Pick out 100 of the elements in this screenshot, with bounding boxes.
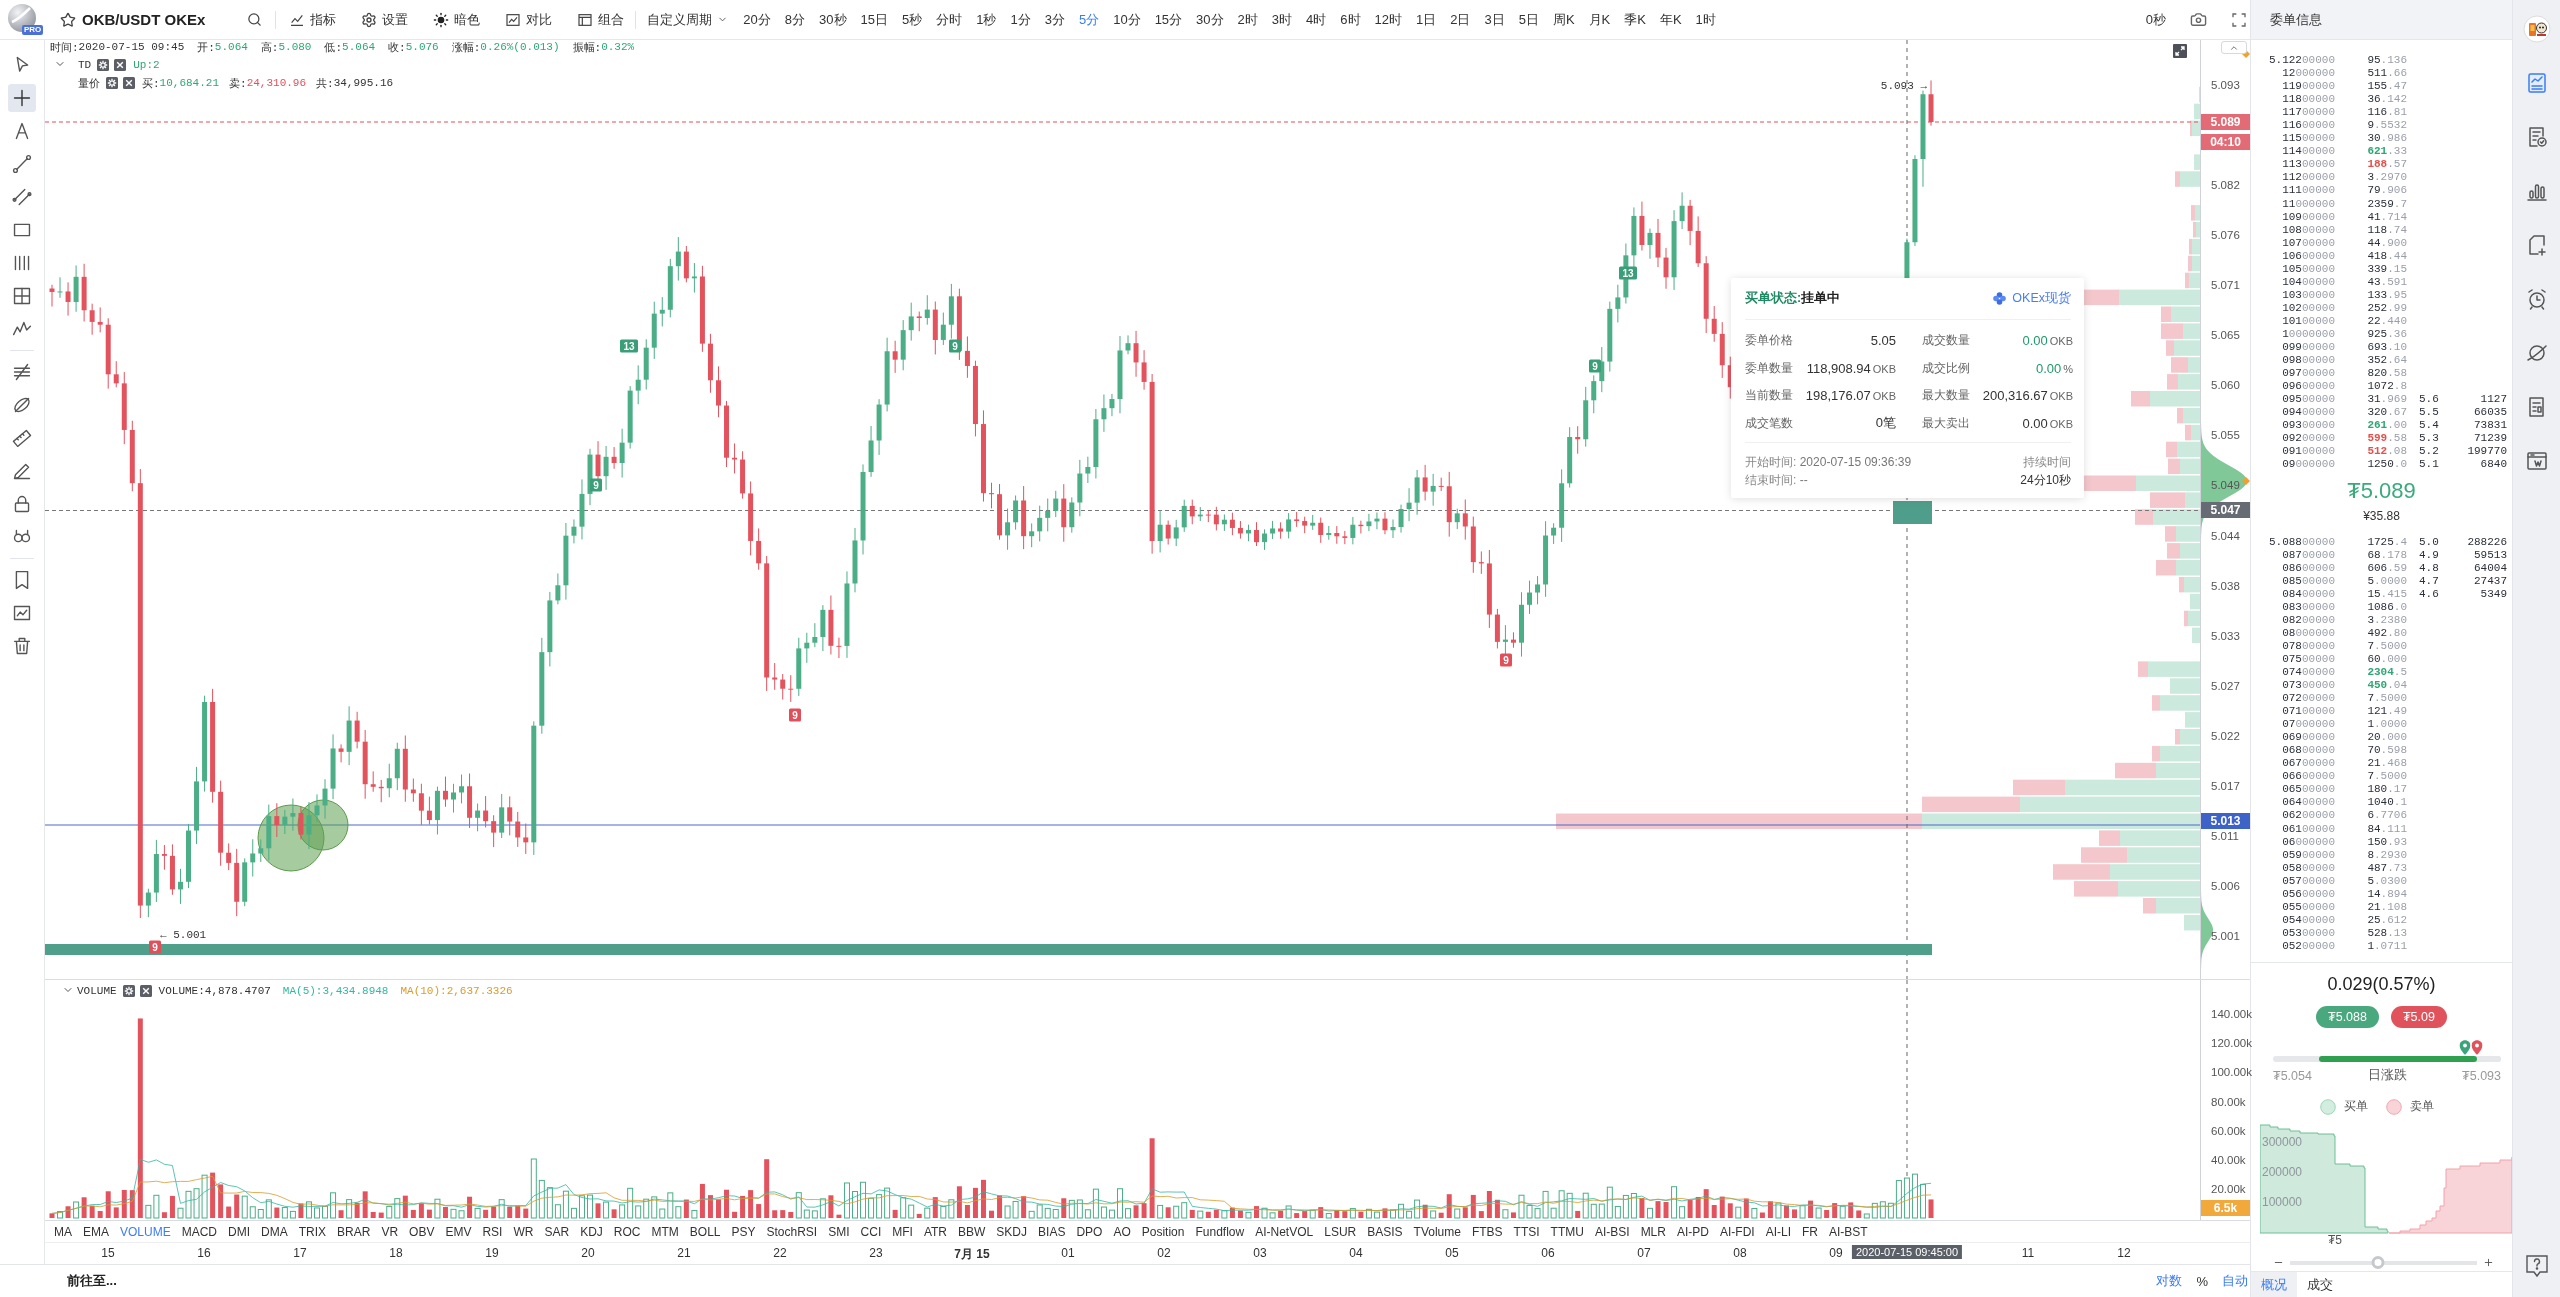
order-price[interactable]: 08000000 [2251, 626, 2335, 640]
order-price[interactable]: 09100000 [2251, 445, 2335, 459]
compare-button[interactable]: 对比 [505, 10, 553, 29]
mascot-icon[interactable] [2522, 15, 2551, 43]
help-icon[interactable] [2523, 1253, 2550, 1279]
period-tab[interactable]: 5分 [1078, 10, 1100, 29]
goto-button[interactable]: 前往至... [67, 1272, 117, 1290]
order-price[interactable]: 06200000 [2251, 809, 2335, 823]
order-price[interactable]: 10900000 [2251, 210, 2335, 224]
period-tab[interactable]: 5秒 [902, 10, 923, 29]
settings-icon[interactable] [106, 77, 118, 89]
indicator-tab[interactable]: AI-FDI [1720, 1224, 1755, 1239]
order-price[interactable]: 09800000 [2251, 354, 2335, 368]
period-tab[interactable]: 年K [1659, 10, 1682, 29]
order-price[interactable]: 05900000 [2251, 848, 2335, 862]
indicator-tab[interactable]: BASIS [1367, 1224, 1403, 1239]
close-icon[interactable] [114, 59, 127, 71]
crosshair-icon[interactable] [8, 84, 36, 112]
expand-icon[interactable] [2173, 44, 2187, 58]
custom-period-dropdown[interactable]: 自定义周期 [647, 10, 729, 29]
indicator-tab[interactable]: BOLL [689, 1224, 721, 1239]
period-tab[interactable]: 1时 [1695, 10, 1716, 29]
order-price[interactable]: 09500000 [2251, 393, 2335, 407]
order-price[interactable]: 10300000 [2251, 288, 2335, 302]
order-price[interactable]: 10000000 [2251, 328, 2335, 342]
order-price[interactable]: 08400000 [2251, 587, 2335, 601]
indicator-tab[interactable]: MA [54, 1224, 72, 1239]
indicator-tab[interactable]: AI-BSI [1594, 1224, 1630, 1239]
indicator-tab[interactable]: AI-PD [1676, 1224, 1709, 1239]
period-tab[interactable]: 20分 [743, 10, 771, 29]
order-marker[interactable] [1893, 501, 1932, 524]
symbol-title[interactable]: OKB/USDT OKEx [82, 11, 206, 28]
period-tab[interactable]: 2日 [1450, 10, 1471, 29]
order-price[interactable]: 07800000 [2251, 639, 2335, 653]
indicator-tab[interactable]: SMI [828, 1224, 850, 1239]
indicator-tab[interactable]: FTBS [1471, 1224, 1503, 1239]
period-tab[interactable]: 1日 [1416, 10, 1437, 29]
indicator-tab[interactable]: AI-LI [1765, 1224, 1791, 1239]
star-icon[interactable] [60, 11, 76, 28]
order-price[interactable]: 10600000 [2251, 249, 2335, 263]
order-price[interactable]: 06900000 [2251, 731, 2335, 745]
order-price[interactable]: 5.08800000 [2251, 535, 2335, 549]
settings-icon[interactable] [122, 985, 135, 997]
indicator-tab[interactable]: VR [381, 1224, 399, 1239]
panel-tab[interactable]: 概况 [2251, 1272, 2297, 1297]
indicator-tab[interactable]: EMA [83, 1224, 109, 1239]
order-price[interactable]: 05300000 [2251, 926, 2335, 940]
order-price[interactable]: 5.12200000 [2251, 54, 2335, 68]
indicators-button[interactable]: 指标 [289, 10, 337, 29]
order-price[interactable]: 11200000 [2251, 171, 2335, 185]
indicator-tab[interactable]: Position [1141, 1224, 1185, 1239]
order-price[interactable]: 09200000 [2251, 432, 2335, 446]
period-tab[interactable]: 8分 [784, 10, 806, 29]
indicator-tab[interactable]: ROC [613, 1224, 641, 1239]
scale-option[interactable]: 自动 [2222, 1272, 2248, 1290]
indicator-tab[interactable]: FR [1802, 1224, 1818, 1239]
period-tab[interactable]: 1秒 [976, 10, 997, 29]
order-price[interactable]: 12000000 [2251, 67, 2335, 81]
order-price[interactable]: 09400000 [2251, 406, 2335, 420]
period-tab[interactable]: 分时 [936, 10, 963, 29]
order-price[interactable]: 08500000 [2251, 574, 2335, 588]
indicator-tab[interactable]: LSUR [1324, 1224, 1357, 1239]
period-tab[interactable]: 周K [1552, 10, 1575, 29]
order-price[interactable]: 11900000 [2251, 80, 2335, 94]
order-price[interactable]: 11600000 [2251, 119, 2335, 133]
indicator-tab[interactable]: DMA [261, 1224, 288, 1239]
order-price[interactable]: 06100000 [2251, 822, 2335, 836]
order-price[interactable]: 06500000 [2251, 783, 2335, 797]
period-tab[interactable]: 6时 [1340, 10, 1361, 29]
order-price[interactable]: 06600000 [2251, 770, 2335, 784]
indicator-tab[interactable]: StochRSI [766, 1224, 818, 1239]
order-price[interactable]: 11000000 [2251, 197, 2335, 211]
order-price[interactable]: 07000000 [2251, 718, 2335, 732]
period-tab[interactable]: 3分 [1044, 10, 1065, 29]
period-tab[interactable]: 12时 [1374, 10, 1402, 29]
close-icon[interactable] [123, 77, 135, 89]
period-tab[interactable]: 3日 [1484, 10, 1505, 29]
indicator-tab[interactable]: BRAR [337, 1224, 371, 1239]
indicator-tab[interactable]: VOLUME [120, 1224, 171, 1239]
order-price[interactable]: 10700000 [2251, 236, 2335, 250]
order-price[interactable]: 10400000 [2251, 275, 2335, 289]
scale-option[interactable]: % [2196, 1273, 2208, 1289]
order-price[interactable]: 05200000 [2251, 939, 2335, 953]
period-tab[interactable]: 季K [1624, 10, 1646, 29]
ask-price-button[interactable]: ₮5.09 [2390, 1006, 2447, 1028]
indicator-tab[interactable]: AI-NetVOL [1255, 1224, 1314, 1239]
indicator-tab[interactable]: DPO [1076, 1224, 1103, 1239]
order-price[interactable]: 10100000 [2251, 314, 2335, 328]
settings-button[interactable]: 设置 [361, 10, 409, 29]
indicator-tab[interactable]: MFI [892, 1224, 913, 1239]
indicator-tab[interactable]: TVolume [1413, 1224, 1461, 1239]
indicator-tab[interactable]: WR [513, 1224, 534, 1239]
indicator-tab[interactable]: EMV [445, 1224, 472, 1239]
plus-icon[interactable] [2483, 1257, 2494, 1269]
theme-button[interactable]: 暗色 [433, 10, 481, 29]
order-price[interactable]: 08300000 [2251, 600, 2335, 614]
order-price[interactable]: 06000000 [2251, 835, 2335, 849]
order-price[interactable]: 08700000 [2251, 548, 2335, 562]
indicator-tab[interactable]: RSI [482, 1224, 503, 1239]
indicator-tab[interactable]: AO [1113, 1224, 1131, 1239]
